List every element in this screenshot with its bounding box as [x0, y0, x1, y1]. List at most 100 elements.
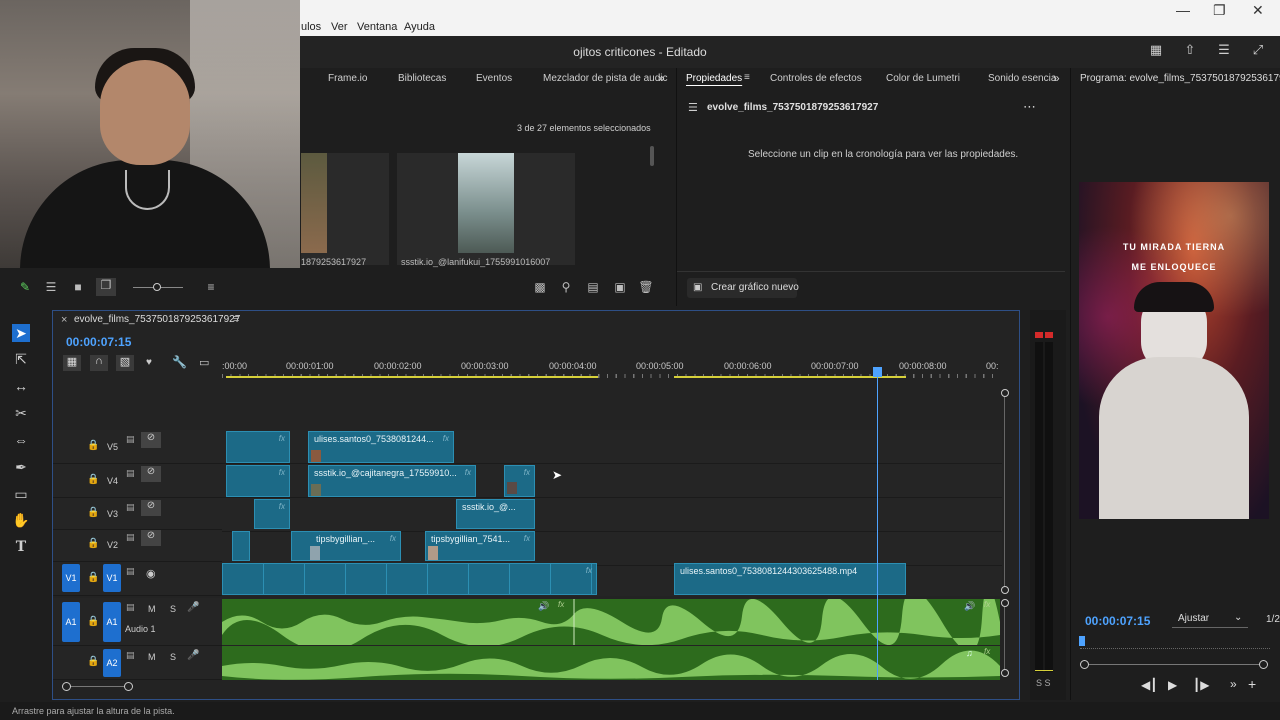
video-clip[interactable]: ssstik.io_@... [456, 499, 535, 529]
linked-selection-icon[interactable]: ▧ [116, 355, 134, 371]
program-mini-ruler[interactable] [1080, 643, 1270, 649]
track-target-v1[interactable]: V1 [103, 564, 121, 592]
tab-eventos[interactable]: Eventos [476, 73, 512, 84]
step-back-icon[interactable]: ◀┃ [1141, 678, 1157, 692]
tab-propiedades[interactable]: Propiedades [686, 73, 742, 84]
video-clip[interactable] [232, 531, 250, 561]
source-patch-a1[interactable]: A1 [62, 602, 80, 642]
more-controls-icon[interactable]: » [1230, 677, 1237, 691]
automate-icon[interactable]: ▩ [532, 280, 548, 294]
scrollbar[interactable] [650, 146, 654, 166]
restore-icon[interactable]: ❐ [1213, 2, 1226, 19]
vertical-scrollbar[interactable] [1004, 392, 1005, 590]
wrench-icon[interactable]: 🔧 [172, 355, 187, 369]
video-clip[interactable]: fx [254, 499, 290, 529]
video-clip[interactable]: fx [504, 465, 535, 497]
horizontal-zoom-scrollbar[interactable] [66, 686, 128, 687]
selection-tool-icon[interactable]: ➤ [12, 324, 30, 342]
workspaces-icon[interactable]: ☰ [1214, 42, 1234, 62]
scroll-handle-right[interactable] [1259, 660, 1268, 669]
tab-controles-efectos[interactable]: Controles de efectos [770, 73, 862, 84]
tab-bibliotecas[interactable]: Bibliotecas [398, 73, 446, 84]
ripple-edit-tool-icon[interactable]: ↔ [12, 377, 30, 395]
solo-button[interactable]: S [170, 604, 176, 614]
tab-mezclador[interactable]: Mezclador de pista de audic [543, 73, 668, 84]
track-header-v4[interactable] [53, 464, 222, 498]
timeline-timecode[interactable]: 00:00:07:15 [66, 335, 131, 349]
eye-off-icon[interactable]: ⊘ [141, 432, 161, 448]
tab-frameio[interactable]: Frame.io [328, 73, 367, 84]
sequence-tab[interactable]: evolve_films_7537501879253617927 [74, 314, 240, 325]
sync-lock-icon[interactable]: ▤ [126, 650, 135, 661]
lock-icon[interactable]: 🔒 [87, 572, 99, 583]
program-playhead[interactable] [1079, 636, 1085, 646]
pen-tool-icon[interactable]: ✒ [12, 458, 30, 476]
track-target-a2[interactable]: A2 [103, 649, 121, 677]
panel-menu-icon[interactable]: ≡ [744, 72, 750, 83]
scroll-handle[interactable] [1001, 669, 1009, 677]
media-thumbnail[interactable] [301, 153, 389, 265]
program-scrollbar[interactable] [1084, 664, 1264, 665]
eye-off-icon[interactable]: ⊘ [141, 530, 161, 546]
hand-tool-icon[interactable]: ✋ [12, 511, 30, 529]
menu-item-ver[interactable]: Ver [331, 21, 348, 33]
more-tabs-icon[interactable]: » [658, 71, 665, 85]
program-video-frame[interactable]: TU MIRADA TIERNA ME ENLOQUECE [1079, 182, 1269, 519]
rectangle-tool-icon[interactable]: ▭ [12, 485, 30, 503]
scroll-handle-left[interactable] [1080, 660, 1089, 669]
lock-icon[interactable]: 🔒 [87, 507, 99, 518]
sync-lock-icon[interactable]: ▤ [126, 602, 135, 613]
sync-lock-icon[interactable]: ▤ [126, 434, 135, 445]
close-icon[interactable]: ✕ [1252, 2, 1264, 19]
video-clip[interactable]: fx [226, 431, 290, 463]
tab-color-lumetri[interactable]: Color de Lumetri [886, 73, 960, 84]
video-clip[interactable]: tipsbygillian_7541... fx [425, 531, 535, 561]
track-header-v2[interactable] [53, 530, 222, 562]
step-forward-icon[interactable]: ┃▶ [1193, 678, 1209, 692]
fit-dropdown[interactable]: Ajustar ⌄ [1172, 612, 1248, 628]
type-tool-icon[interactable]: T [12, 538, 30, 556]
scroll-handle[interactable] [1001, 586, 1009, 594]
zoom-slider-handle[interactable] [153, 283, 161, 291]
meter-solo-labels[interactable]: S S [1036, 678, 1051, 688]
lock-icon[interactable]: 🔒 [87, 474, 99, 485]
playhead-handle[interactable] [873, 367, 882, 377]
captions-icon[interactable]: ▭ [199, 356, 209, 369]
audio-clip-a1[interactable]: 🔊 fx 🔊 fx [222, 599, 1000, 645]
video-clip[interactable]: ulises.santos0_7538081244... fx [308, 431, 454, 463]
sync-lock-icon[interactable]: ▤ [126, 566, 135, 577]
more-options-icon[interactable]: ⋯ [1023, 99, 1036, 115]
video-clip[interactable]: fx [226, 465, 290, 497]
quick-export-icon[interactable]: ▦ [1146, 42, 1166, 62]
razor-tool-icon[interactable]: ✂ [12, 404, 30, 422]
program-timecode[interactable]: 00:00:07:15 [1085, 614, 1150, 628]
scroll-handle[interactable] [1001, 599, 1009, 607]
track-header-v5[interactable] [53, 430, 222, 464]
sort-icon[interactable]: ≡ [203, 280, 219, 294]
icon-view-icon[interactable]: ■ [70, 280, 86, 294]
scroll-handle[interactable] [1001, 389, 1009, 397]
pencil-icon[interactable]: ✎ [17, 280, 33, 294]
create-graphic-button[interactable]: ▣ Crear gráfico nuevo [687, 278, 799, 298]
list-view-icon[interactable]: ☰ [43, 280, 59, 294]
audio-vertical-scrollbar[interactable] [1004, 603, 1005, 673]
scroll-handle[interactable] [62, 682, 71, 691]
search-icon[interactable]: ⚲ [558, 280, 574, 294]
video-clip[interactable]: tipsbygillian_... fx [291, 531, 401, 561]
add-button-icon[interactable]: + [1248, 676, 1256, 692]
more-tabs-icon[interactable]: » [1053, 71, 1060, 85]
source-patch-v1[interactable]: V1 [62, 564, 80, 592]
marker-icon[interactable]: ♥ [146, 357, 152, 368]
mute-button[interactable]: M [148, 652, 156, 662]
solo-button[interactable]: S [170, 652, 176, 662]
slip-tool-icon[interactable]: ⇔ [12, 431, 30, 449]
lock-icon[interactable]: 🔒 [87, 616, 99, 627]
minimize-icon[interactable]: — [1176, 2, 1190, 18]
fullscreen-icon[interactable]: ⤢ [1248, 42, 1268, 62]
eye-off-icon[interactable]: ⊘ [141, 500, 161, 516]
microphone-icon[interactable]: 🎤 [187, 602, 199, 613]
sequence-menu-icon[interactable]: ≡ [233, 313, 239, 325]
menu-item-ventana[interactable]: Ventana [357, 21, 397, 33]
sync-lock-icon[interactable]: ▤ [126, 502, 135, 513]
track-header-v3[interactable] [53, 498, 222, 530]
